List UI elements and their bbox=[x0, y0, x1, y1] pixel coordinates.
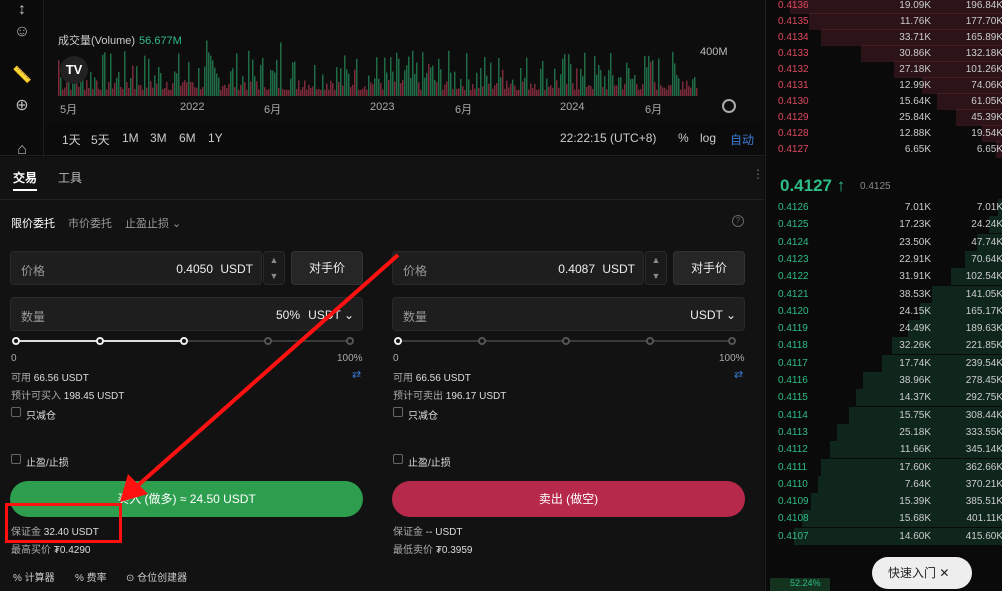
annotation-arrow bbox=[120, 253, 400, 502]
